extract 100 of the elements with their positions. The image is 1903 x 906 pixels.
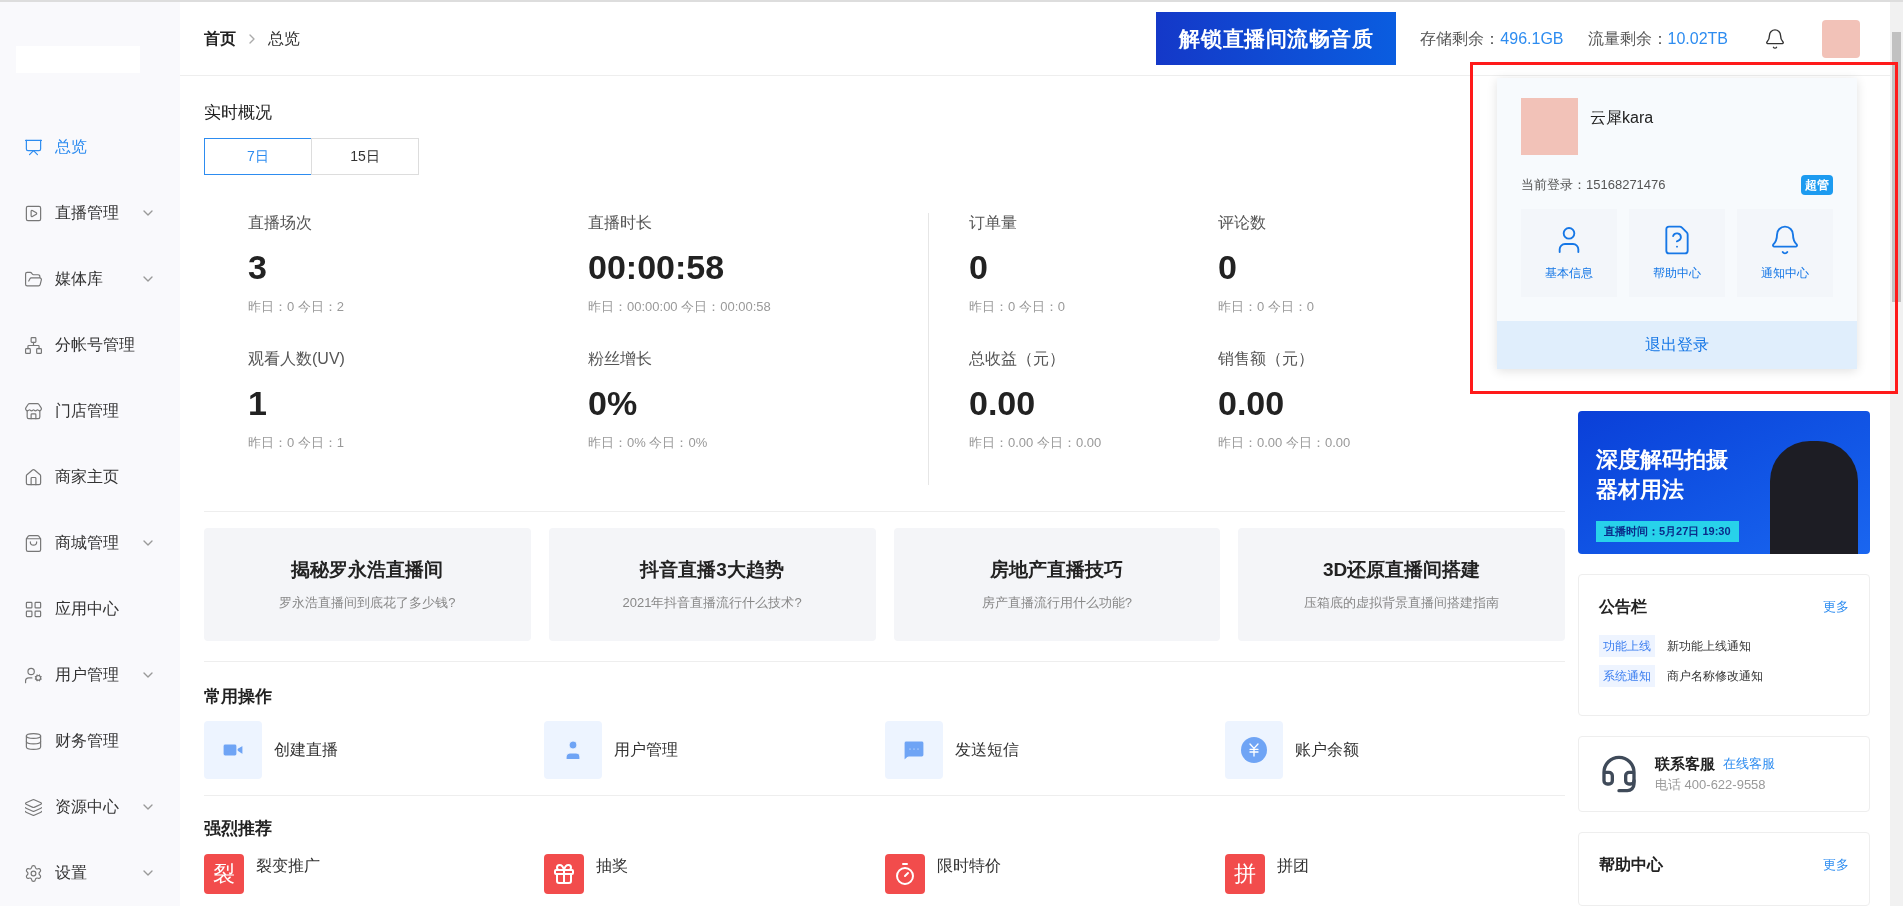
sidebar-item[interactable]: 商家主页	[0, 444, 180, 510]
promo-banner[interactable]: 解锁直播间流畅音质	[1156, 12, 1397, 65]
feature-label[interactable]: 限时特价	[936, 853, 1001, 878]
online-support-link[interactable]: 在线客服	[1723, 754, 1775, 774]
sidebar-item[interactable]: 商城管理	[0, 510, 180, 576]
banner-headline: 深度解码拍摄	[1596, 446, 1729, 474]
sidebar-item[interactable]: 财务管理	[0, 708, 180, 774]
feature-label[interactable]: 拼团	[1276, 853, 1309, 878]
support-phone: 电话 400-622-9558	[1655, 776, 1767, 795]
feature-label[interactable]: 裂变推广	[256, 853, 320, 878]
traffic-value: 10.02TB	[1667, 28, 1728, 49]
avatar-placeholder[interactable]	[1822, 19, 1860, 58]
menu-action[interactable]: 帮助中心	[1629, 209, 1725, 297]
stat-label: 直播场次	[248, 212, 312, 233]
article-card[interactable]: 房地产直播技巧 房产直播流行用什么功能?	[893, 527, 1221, 641]
action-label[interactable]: 用户管理	[614, 738, 679, 762]
logout-button[interactable]: 退出登录	[1497, 321, 1857, 369]
stat-value: 0.00	[969, 382, 1036, 424]
action-label[interactable]: 创建直播	[274, 738, 338, 762]
article-card[interactable]: 抖音直播3大趋势 2021年抖音直播流行什么技术?	[548, 527, 876, 641]
article-card[interactable]: 揭秘罗永浩直播间 罗永浩直播间到底花了多少钱?	[204, 527, 531, 641]
action-icon[interactable]	[544, 721, 603, 779]
stat-value: 1	[248, 382, 267, 424]
stat-value: 0%	[588, 382, 638, 424]
notice-link[interactable]: 商户名称修改通知	[1667, 666, 1763, 685]
stat-comparison: 昨日：0 今日：0	[969, 297, 1066, 316]
headset-agent-icon	[1599, 753, 1639, 794]
sidebar-item[interactable]: 资源中心	[0, 774, 180, 840]
action-label[interactable]: 发送短信	[954, 738, 1019, 762]
notice-link[interactable]: 新功能上线通知	[1667, 636, 1751, 655]
breadcrumb-link[interactable]: 首页	[204, 26, 236, 51]
section-title: 常用操作	[204, 685, 273, 708]
banner-time: 直播时间：5月27日 19:30	[1596, 521, 1739, 542]
more-link[interactable]: 更多	[1823, 854, 1849, 875]
sidebar-item[interactable]: 用户管理	[0, 642, 180, 708]
action-icon[interactable]	[204, 721, 262, 779]
notice-tag: 系统通知	[1599, 664, 1655, 687]
section-title: 实时概况	[204, 102, 273, 124]
sidebar-item[interactable]: 应用中心	[0, 576, 180, 642]
live-banner[interactable]: 深度解码拍摄 器材用法 直播时间：5月27日 19:30	[1578, 411, 1870, 554]
menu-item-icon	[24, 467, 43, 487]
stat-label: 订单量	[969, 212, 1017, 233]
action-icon[interactable]	[1224, 721, 1283, 779]
scrollbar[interactable]	[1890, 2, 1903, 906]
stat-label: 观看人数(UV)	[248, 348, 345, 369]
stat-comparison: 昨日：0% 今日：0%	[588, 433, 708, 452]
banner-headline: 器材用法	[1596, 476, 1685, 504]
menu-action[interactable]: 基本信息	[1521, 209, 1617, 297]
menu-item-icon	[24, 137, 43, 157]
menu-item-icon	[24, 599, 43, 619]
feature-icon[interactable]	[544, 853, 585, 894]
avatar-placeholder	[1521, 98, 1578, 155]
stat-label: 粉丝增长	[588, 348, 652, 369]
feature-icon[interactable]	[884, 853, 925, 894]
stat-comparison: 昨日：00:00:00 今日：00:00:58	[588, 297, 771, 316]
yen-coin-icon	[1240, 737, 1267, 763]
action-icon[interactable]	[884, 721, 943, 779]
notice-tag: 功能上线	[1599, 634, 1655, 657]
action-label[interactable]: 账户余额	[1294, 738, 1359, 762]
feature-icon[interactable]: 拼	[1224, 853, 1265, 894]
stat-comparison: 昨日：0.00 今日：0.00	[1218, 433, 1351, 452]
menu-item-icon	[24, 401, 43, 421]
storage-label: 存储剩余：	[1420, 28, 1501, 49]
login-account: 当前登录：15168271476	[1521, 176, 1666, 195]
stat-label: 销售额（元）	[1218, 348, 1314, 369]
role-badge: 超管	[1801, 175, 1833, 195]
sidebar-item[interactable]: 分帐号管理	[0, 312, 180, 378]
stat-value: 0	[1218, 246, 1237, 288]
card-title: 公告栏	[1599, 596, 1647, 617]
menu-action[interactable]: 通知中心	[1737, 209, 1833, 297]
storage-value: 496.1GB	[1500, 28, 1564, 49]
card-title: 帮助中心	[1599, 854, 1663, 875]
action-glyph-icon	[901, 738, 926, 762]
stat-comparison: 昨日：0 今日：1	[248, 433, 345, 452]
menu-item-icon	[24, 533, 43, 553]
range-tab[interactable]: 15日	[311, 137, 419, 175]
feature-label[interactable]: 抽奖	[596, 853, 629, 878]
sidebar-item[interactable]: 直播管理	[0, 180, 180, 246]
sidebar-item[interactable]: 设置	[0, 840, 180, 906]
more-link[interactable]: 更多	[1823, 596, 1849, 617]
card-title: 联系客服	[1655, 753, 1715, 774]
stat-comparison: 昨日：0 今日：2	[248, 297, 345, 316]
stat-comparison: 昨日：0.00 今日：0.00	[969, 433, 1102, 452]
menu-item-icon	[24, 665, 43, 685]
section-title: 强烈推荐	[204, 818, 273, 840]
menu-item-icon	[24, 797, 43, 817]
article-card[interactable]: 3D还原直播间搭建 压箱底的虚拟背景直播间搭建指南	[1238, 527, 1565, 641]
stat-value: 0	[969, 246, 988, 288]
breadcrumb-current: 总览	[268, 28, 300, 49]
sidebar-item[interactable]: 媒体库	[0, 246, 180, 312]
menu-item-icon	[24, 863, 43, 883]
menu-item-icon	[24, 269, 43, 289]
traffic-label: 流量剩余：	[1587, 28, 1668, 49]
menu-item-icon	[24, 731, 43, 751]
stat-value: 00:00:58	[588, 246, 725, 288]
sidebar-item[interactable]: 门店管理	[0, 378, 180, 444]
feature-icon[interactable]: 裂	[204, 853, 244, 894]
menu-action-icon	[1769, 224, 1801, 256]
bell-icon[interactable]	[1764, 27, 1786, 50]
stat-comparison: 昨日：0 今日：0	[1218, 297, 1315, 316]
